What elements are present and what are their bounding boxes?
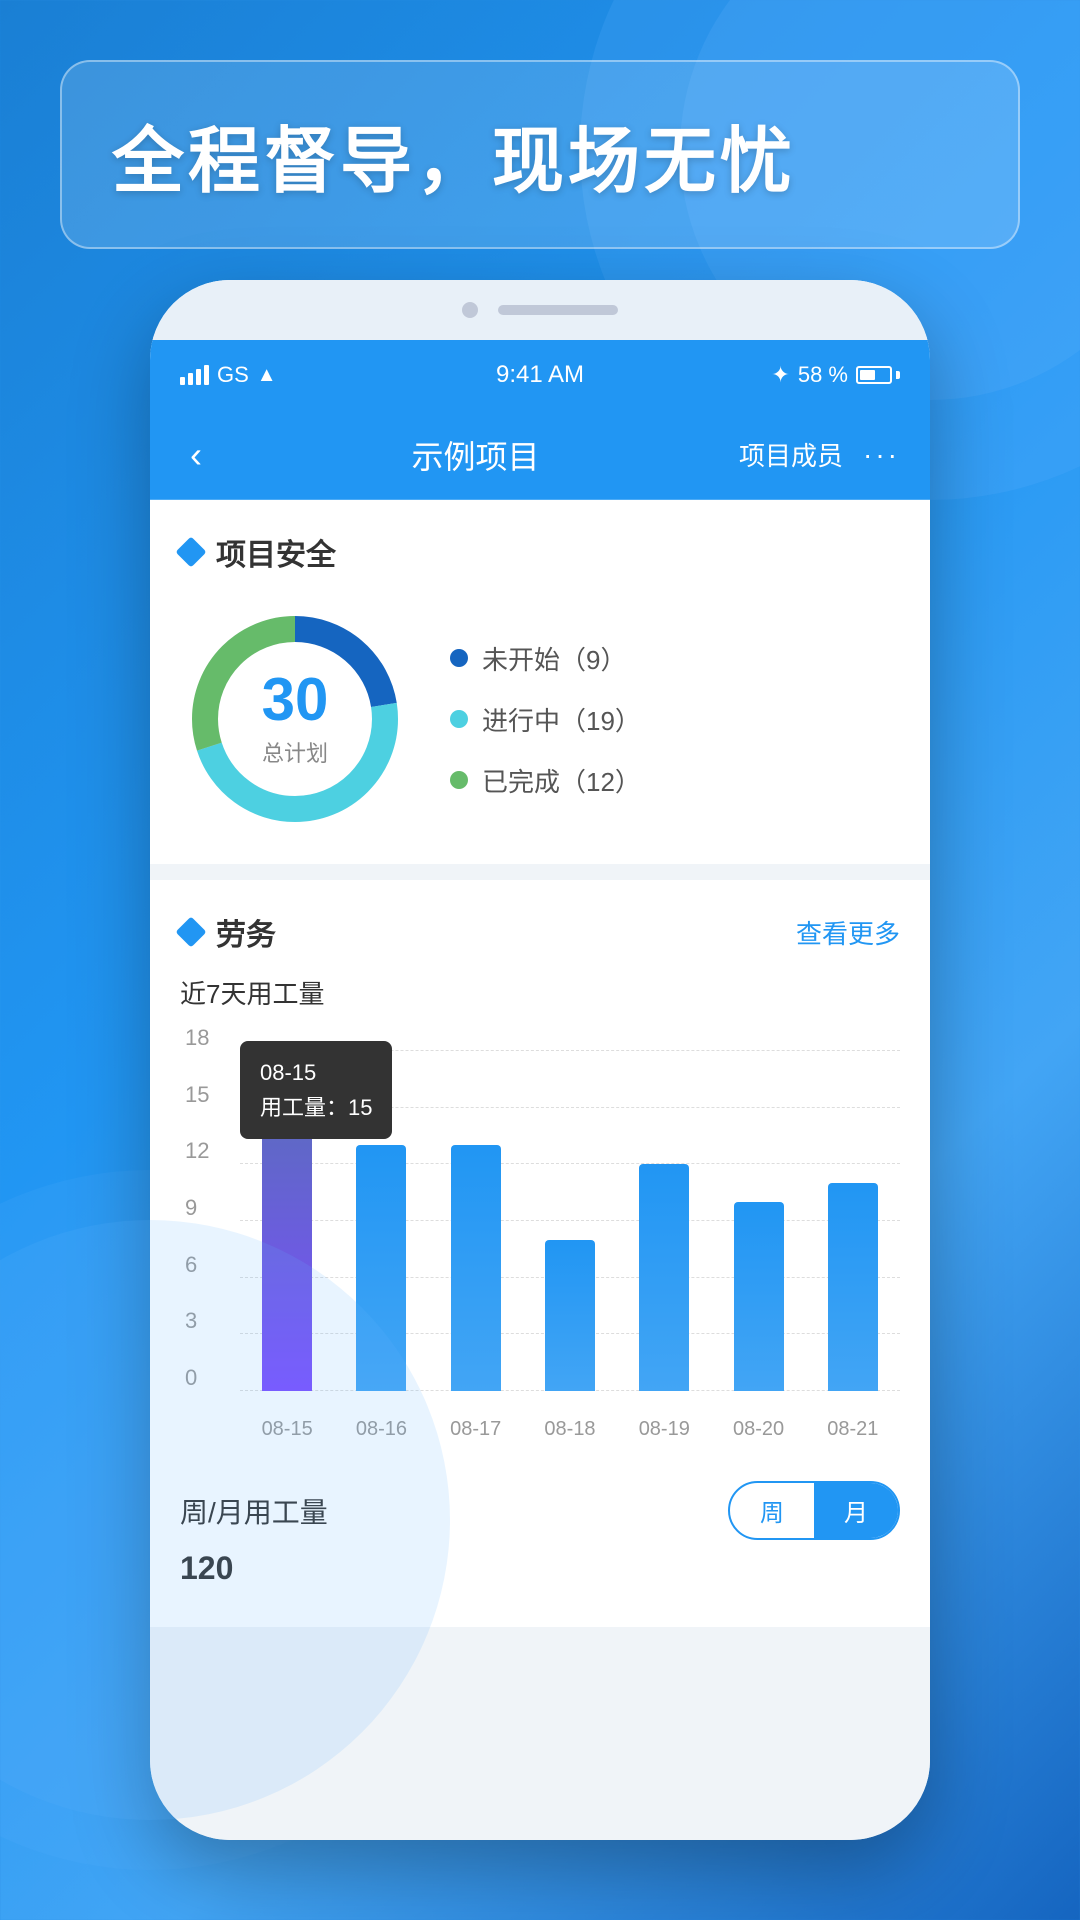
battery-icon xyxy=(856,366,900,384)
labor-title: 劳务 xyxy=(180,910,276,954)
donut-section: 30 总计划 未开始（9） 进行中（19） xyxy=(180,604,900,834)
nav-member-label[interactable]: 项目成员 xyxy=(739,436,843,473)
bar-group-0815: 08-15 用工量：15 08-15 xyxy=(240,1051,334,1391)
bar-0816[interactable] xyxy=(356,1145,406,1391)
legend-item-in-progress: 进行中（19） xyxy=(450,701,900,738)
content-area: 项目安全 xyxy=(150,500,930,1840)
project-safety-label: 项目安全 xyxy=(216,530,336,574)
status-left: GS ▲ xyxy=(180,362,420,388)
status-bar: GS ▲ 9:41 AM ✦ 58 % xyxy=(150,340,930,410)
donut-center: 30 总计划 xyxy=(262,670,329,768)
bar-group-0817: 08-17 xyxy=(429,1051,523,1391)
bar-label-0819: 08-19 xyxy=(639,1418,690,1441)
signal-icon xyxy=(180,365,209,385)
battery-tip xyxy=(896,371,900,379)
chart-grid: 0 3 6 9 12 15 xyxy=(240,1051,900,1391)
period-header: 周/月用工量 周 月 xyxy=(180,1481,900,1540)
bar-chart-container: 0 3 6 9 12 15 xyxy=(180,1031,900,1451)
y-label-15: 15 xyxy=(185,1082,209,1108)
period-btn-month[interactable]: 月 xyxy=(814,1483,898,1538)
phone-mockup: GS ▲ 9:41 AM ✦ 58 % ‹ 示例项目 项目成员 ··· xyxy=(150,280,930,1840)
battery-body xyxy=(856,366,892,384)
labor-section: 劳务 查看更多 近7天用工量 0 3 6 xyxy=(150,880,930,1627)
status-right: ✦ 58 % xyxy=(660,362,900,388)
bar-group-0818: 08-18 xyxy=(523,1051,617,1391)
phone-top-bar xyxy=(150,280,930,340)
nav-bar: ‹ 示例项目 项目成员 ··· xyxy=(150,410,930,500)
diamond-icon xyxy=(175,536,206,567)
wifi-icon: ▲ xyxy=(257,364,277,387)
labor-header: 劳务 查看更多 xyxy=(180,910,900,954)
donut-number: 30 xyxy=(262,670,329,730)
bar-0815[interactable] xyxy=(262,1108,312,1391)
project-safety-title: 项目安全 xyxy=(180,530,900,574)
legend-dot-in-progress xyxy=(450,710,468,728)
speaker-grille xyxy=(498,305,618,315)
signal-bar-3 xyxy=(196,369,201,385)
donut-label: 总计划 xyxy=(262,736,329,768)
bar-0817[interactable] xyxy=(451,1145,501,1391)
bar-group-0819: 08-19 xyxy=(617,1051,711,1391)
period-section: 周/月用工量 周 月 120 xyxy=(180,1451,900,1597)
front-camera xyxy=(462,302,478,318)
bar-group-0816: 08-16 xyxy=(334,1051,428,1391)
bar-group-0821: 08-21 xyxy=(806,1051,900,1391)
legend-label-completed: 已完成（12） xyxy=(482,762,641,799)
nav-right-actions: 项目成员 ··· xyxy=(739,436,900,473)
bar-0820[interactable] xyxy=(734,1202,784,1391)
bluetooth-icon: ✦ xyxy=(771,362,789,388)
legend-label-in-progress: 进行中（19） xyxy=(482,701,641,738)
y-label-6: 6 xyxy=(185,1252,197,1278)
view-more-button[interactable]: 查看更多 xyxy=(796,914,900,951)
y-label-12: 12 xyxy=(185,1138,209,1164)
legend-label-not-started: 未开始（9） xyxy=(482,640,626,677)
battery-percent: 58 % xyxy=(798,362,848,388)
battery-fill xyxy=(860,370,875,380)
legend-item-completed: 已完成（12） xyxy=(450,762,900,799)
period-btn-week[interactable]: 周 xyxy=(730,1483,814,1538)
chart-subtitle: 近7天用工量 xyxy=(180,974,900,1011)
period-toggle: 周 月 xyxy=(728,1481,900,1540)
bar-label-0821: 08-21 xyxy=(827,1418,878,1441)
bar-label-0820: 08-20 xyxy=(733,1418,784,1441)
nav-title: 示例项目 xyxy=(212,432,739,478)
bar-label-0817: 08-17 xyxy=(450,1418,501,1441)
y-label-18: 18 xyxy=(185,1025,209,1051)
legend-dot-not-started xyxy=(450,649,468,667)
signal-bar-2 xyxy=(188,373,193,385)
project-safety-card: 项目安全 xyxy=(150,500,930,864)
labor-diamond-icon xyxy=(175,916,206,947)
bar-0821[interactable] xyxy=(828,1183,878,1391)
legend-dot-completed xyxy=(450,771,468,789)
bar-0818[interactable] xyxy=(545,1240,595,1391)
bar-label-0818: 08-18 xyxy=(544,1418,595,1441)
carrier-label: GS xyxy=(217,362,249,388)
legend-item-not-started: 未开始（9） xyxy=(450,640,900,677)
header-banner: 全程督导，现场无忧 xyxy=(60,60,1020,249)
bar-label-0815: 08-15 xyxy=(262,1418,313,1441)
status-time: 9:41 AM xyxy=(420,361,660,389)
donut-chart: 30 总计划 xyxy=(180,604,410,834)
labor-label: 劳务 xyxy=(216,910,276,954)
bar-group-0820: 08-20 xyxy=(711,1051,805,1391)
more-menu-button[interactable]: ··· xyxy=(863,439,900,471)
back-button[interactable]: ‹ xyxy=(180,424,212,486)
period-value: 120 xyxy=(180,1550,900,1587)
y-label-9: 9 xyxy=(185,1195,197,1221)
bar-0819[interactable] xyxy=(639,1164,689,1391)
signal-bar-4 xyxy=(204,365,209,385)
banner-text: 全程督导，现场无忧 xyxy=(112,102,968,207)
y-label-3: 3 xyxy=(185,1308,197,1334)
bars-area: 08-15 用工量：15 08-15 08-16 xyxy=(240,1051,900,1391)
period-title: 周/月用工量 xyxy=(180,1491,328,1531)
signal-bar-1 xyxy=(180,377,185,385)
bar-label-0816: 08-16 xyxy=(356,1418,407,1441)
chart-legend: 未开始（9） 进行中（19） 已完成（12） xyxy=(450,640,900,799)
y-label-0: 0 xyxy=(185,1365,197,1391)
